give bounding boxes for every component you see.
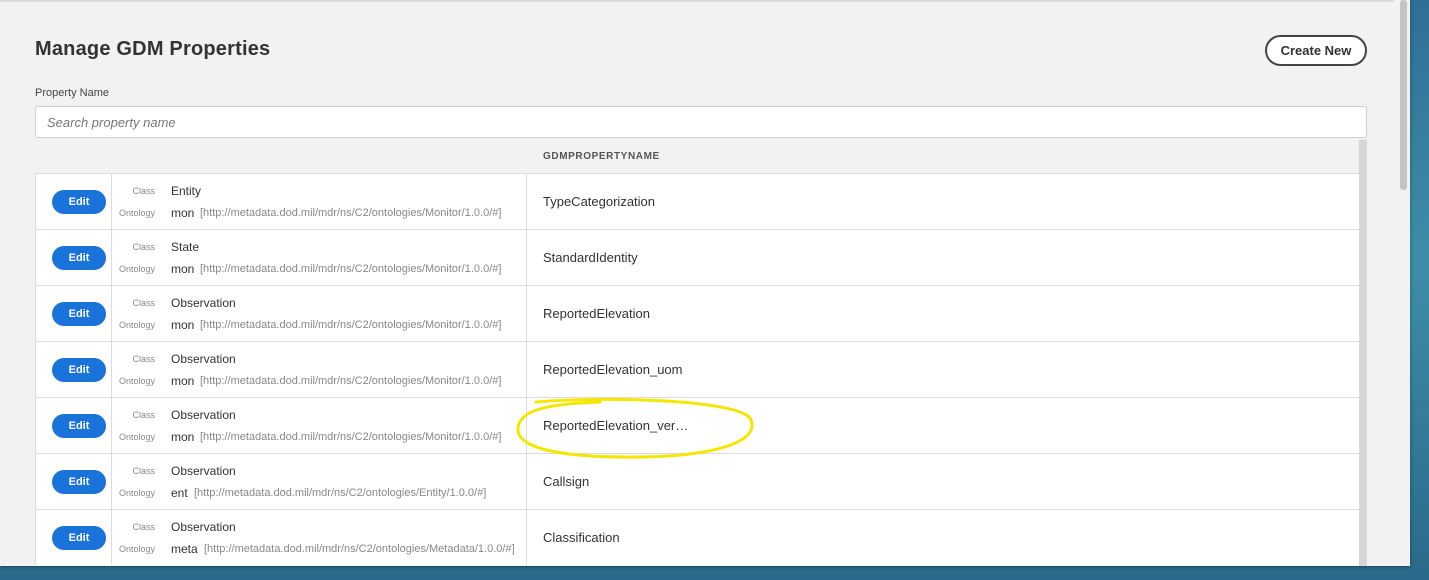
class-value: Observation	[171, 520, 236, 534]
properties-table: Edit Class Entity Ontology mon [http://me…	[35, 173, 1359, 565]
ontology-label: Ontology	[118, 488, 155, 498]
property-name-cell: Classification	[527, 510, 1359, 565]
column-header-gdmpropertyname[interactable]: GDMPROPERTYNAME	[543, 151, 660, 162]
property-name: ReportedElevation	[543, 306, 650, 321]
ontology-label: Ontology	[118, 432, 155, 442]
edit-button[interactable]: Edit	[52, 246, 106, 270]
class-label: Class	[132, 410, 155, 420]
class-ontology-cell: Class State Ontology mon [http://metadata…	[112, 230, 527, 285]
property-name-cell: Callsign	[527, 454, 1359, 509]
property-search-input[interactable]	[35, 106, 1367, 138]
action-cell: Edit	[36, 510, 112, 565]
edit-button[interactable]: Edit	[52, 414, 106, 438]
action-cell: Edit	[36, 398, 112, 453]
create-new-button[interactable]: Create New	[1265, 35, 1367, 66]
class-label: Class	[132, 186, 155, 196]
app-window: Manage GDM Properties Create New Propert…	[0, 0, 1410, 566]
action-cell: Edit	[36, 286, 112, 341]
property-name: ReportedElevation_ver…	[543, 418, 689, 433]
property-name-cell: StandardIdentity	[527, 230, 1359, 285]
ontology-prefix: ent	[171, 486, 188, 500]
ontology-label: Ontology	[118, 320, 155, 330]
ontology-uri: [http://metadata.dod.mil/mdr/ns/C2/ontol…	[200, 319, 502, 331]
ontology-uri: [http://metadata.dod.mil/mdr/ns/C2/ontol…	[194, 487, 487, 499]
property-name: ReportedElevation_uom	[543, 362, 683, 377]
class-ontology-cell: Class Observation Ontology ent [http://me…	[112, 454, 527, 509]
class-label: Class	[132, 522, 155, 532]
ontology-prefix: mon	[171, 374, 195, 388]
class-value: Entity	[171, 184, 202, 198]
class-value: Observation	[171, 296, 236, 310]
edit-button[interactable]: Edit	[52, 302, 106, 326]
class-ontology-cell: Class Observation Ontology mon [http://me…	[112, 286, 527, 341]
class-value: Observation	[171, 408, 236, 422]
table-scrollbar[interactable]	[1359, 140, 1367, 566]
page-scrollbar[interactable]	[1397, 0, 1410, 566]
table-row: Edit Class Observation Ontology mon [http…	[35, 397, 1359, 453]
table-row: Edit Class Observation Ontology mon [http…	[35, 285, 1359, 341]
class-value: State	[171, 240, 200, 254]
property-name: TypeCategorization	[543, 194, 656, 209]
class-label: Class	[132, 354, 155, 364]
ontology-uri: [http://metadata.dod.mil/mdr/ns/C2/ontol…	[200, 431, 502, 443]
class-ontology-cell: Class Observation Ontology meta [http://m…	[112, 510, 527, 565]
property-name-label: Property Name	[35, 87, 109, 99]
class-label: Class	[132, 298, 155, 308]
ontology-uri: [http://metadata.dod.mil/mdr/ns/C2/ontol…	[204, 543, 515, 555]
property-name-cell: ReportedElevation_uom	[527, 342, 1359, 397]
ontology-prefix: meta	[171, 542, 198, 556]
ontology-prefix: mon	[171, 430, 195, 444]
class-ontology-cell: Class Observation Ontology mon [http://me…	[112, 342, 527, 397]
action-cell: Edit	[36, 454, 112, 509]
action-cell: Edit	[36, 174, 112, 229]
class-ontology-cell: Class Entity Ontology mon [http://metadat…	[112, 174, 527, 229]
page-scrollbar-thumb[interactable]	[1400, 0, 1407, 190]
class-value: Observation	[171, 464, 236, 478]
ontology-label: Ontology	[118, 264, 155, 274]
property-name-cell: TypeCategorization	[527, 174, 1359, 229]
action-cell: Edit	[36, 230, 112, 285]
class-label: Class	[132, 466, 155, 476]
ontology-prefix: mon	[171, 206, 195, 220]
ontology-uri: [http://metadata.dod.mil/mdr/ns/C2/ontol…	[200, 207, 502, 219]
class-label: Class	[132, 242, 155, 252]
table-row: Edit Class Observation Ontology ent [http…	[35, 453, 1359, 509]
ontology-uri: [http://metadata.dod.mil/mdr/ns/C2/ontol…	[200, 263, 502, 275]
ontology-label: Ontology	[118, 376, 155, 386]
property-name-cell: ReportedElevation_ver…	[527, 398, 1359, 453]
ontology-uri: [http://metadata.dod.mil/mdr/ns/C2/ontol…	[200, 375, 502, 387]
property-name: Classification	[543, 530, 620, 545]
table-row: Edit Class State Ontology mon [http://met…	[35, 229, 1359, 285]
page-title: Manage GDM Properties	[35, 38, 271, 60]
top-divider	[0, 0, 1394, 2]
ontology-prefix: mon	[171, 318, 195, 332]
class-value: Observation	[171, 352, 236, 366]
ontology-label: Ontology	[118, 544, 155, 554]
edit-button[interactable]: Edit	[52, 470, 106, 494]
edit-button[interactable]: Edit	[52, 526, 106, 550]
property-name: Callsign	[543, 474, 590, 489]
table-row: Edit Class Observation Ontology mon [http…	[35, 341, 1359, 397]
action-cell: Edit	[36, 342, 112, 397]
ontology-prefix: mon	[171, 262, 195, 276]
table-row: Edit Class Entity Ontology mon [http://me…	[35, 173, 1359, 229]
edit-button[interactable]: Edit	[52, 358, 106, 382]
property-name-cell: ReportedElevation	[527, 286, 1359, 341]
edit-button[interactable]: Edit	[52, 190, 106, 214]
class-ontology-cell: Class Observation Ontology mon [http://me…	[112, 398, 527, 453]
property-name: StandardIdentity	[543, 250, 638, 265]
ontology-label: Ontology	[118, 208, 155, 218]
table-row: Edit Class Observation Ontology meta [htt…	[35, 509, 1359, 565]
